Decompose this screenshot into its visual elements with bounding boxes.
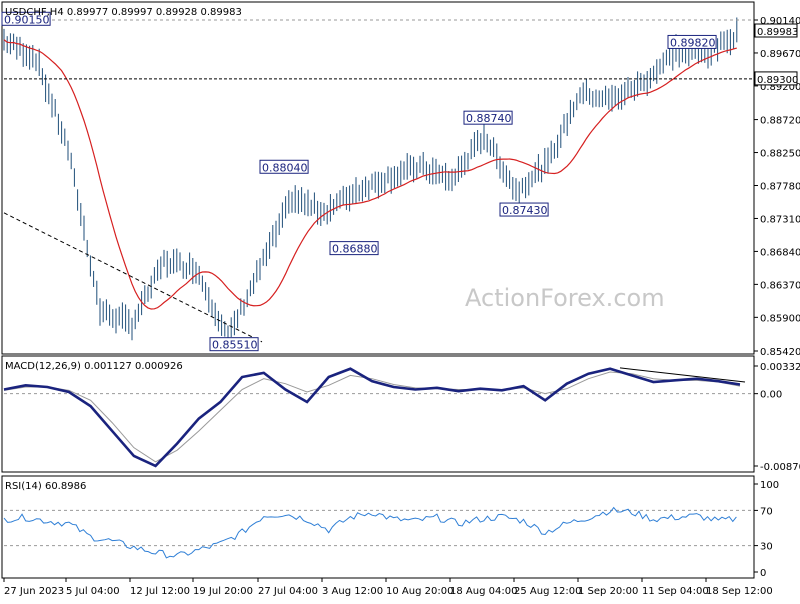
main-y-tick-label: 0.86840 [760,247,800,258]
main-y-tick-label: 0.85900 [760,313,800,324]
moving-average-line [3,39,737,310]
macd-panel-frame [1,355,755,473]
x-tick-label: 27 Jun 2023 [4,586,64,597]
main-price-panel: 0.901500.898200.887400.880400.874300.868… [1,11,752,352]
x-axis: 27 Jun 2023 5 Jul 04:00 12 Jul 12:00 19 Jul… [2,577,773,597]
rsi-y-tick-label: 0 [760,568,766,579]
x-tick-label: 12 Jul 12:00 [130,586,190,597]
x-tick-label: 25 Aug 12:00 [514,586,581,597]
x-tick-label: 5 Jul 04:00 [66,586,120,597]
main-y-tick-label: 0.88720 [760,116,800,127]
macd-line [3,367,741,468]
macd-title: MACD(12,26,9) 0.001127 0.000926 [5,361,183,372]
main-y-tick-label: 0.89670 [760,49,800,60]
annotation-tag-label: 0.88740 [466,112,512,125]
macd-y-tick-label: 0.003328 [760,362,800,373]
chart-svg: 0.901500.898200.887400.880400.874300.868… [1,1,800,597]
annotation-tag-label: 0.85510 [212,339,258,352]
trendline [3,212,263,343]
main-title: USDCHF,H4 0.89977 0.89997 0.89928 0.8998… [5,7,242,18]
chart-canvas: 0.90150 0.89820 0.88740 0.88040 0.87430 0.868… [0,0,800,600]
x-tick-label: 19 Jul 20:00 [193,586,253,597]
main-y-tick-label: 0.88250 [760,149,800,160]
rsi-y-tick-label: 100 [760,480,779,491]
main-y-tick-label: 0.87310 [760,214,800,225]
watermark: ActionForex.com [465,284,665,312]
rsi-panel [3,506,752,559]
level-price-label: 0.89300 [757,75,798,86]
macd-panel [3,367,752,468]
x-tick-label: 18 Sep 12:00 [706,586,773,597]
x-tick-label: 18 Aug 04:00 [450,586,517,597]
rsi-panel-frame [1,475,755,579]
rsi-title: RSI(14) 60.8986 [5,481,86,492]
annotation-tag-label: 0.88040 [262,161,308,174]
annotation-tag-label: 0.89820 [670,36,716,49]
main-y-tick-label: 0.86370 [760,280,800,291]
x-tick-label: 11 Sep 04:00 [642,586,709,597]
annotation-tag-label: 0.87430 [502,204,548,217]
rsi-y-tick-label: 30 [760,542,773,553]
main-y-tick-label: 0.85420 [760,347,800,358]
macd-y-tick-label: -0.008707 [760,462,800,473]
last-price-label: 0.89983 [757,27,798,38]
x-tick-label: 1 Sep 20:00 [578,586,638,597]
rsi-line [3,506,737,559]
x-tick-label: 10 Aug 20:00 [386,586,453,597]
x-tick-label: 3 Aug 12:00 [322,586,383,597]
macd-signal-line [3,371,741,463]
rsi-y-tick-label: 70 [760,506,773,517]
annotation-tag-label: 0.86880 [332,243,378,256]
macd-y-tick-label: 0.00 [760,390,782,401]
main-y-tick-label: 0.87780 [760,182,800,193]
x-tick-label: 27 Jul 04:00 [258,586,318,597]
